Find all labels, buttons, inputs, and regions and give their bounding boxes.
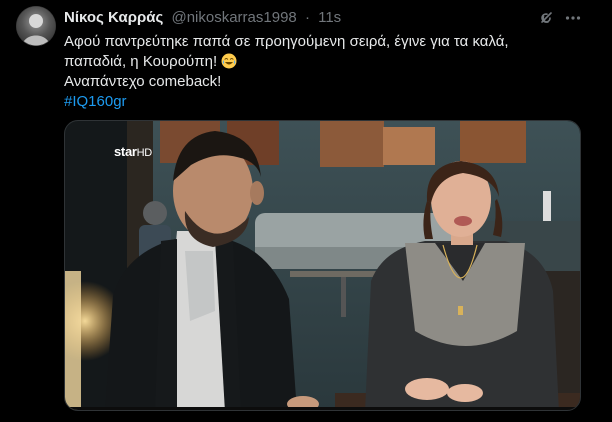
video-still xyxy=(65,121,580,410)
tweet-hashtag-line: #IQ160gr xyxy=(64,92,594,112)
joy-face-emoji xyxy=(221,53,237,69)
tweet-text: Αφού παντρεύτηκε παπά σε προηγούμενη σει… xyxy=(64,32,594,112)
tweet-header: Νίκος Καρράς @nikoskarras1998 · 11s xyxy=(64,8,341,28)
channel-logo: starHD xyxy=(114,144,152,159)
separator-dot: · xyxy=(304,9,310,26)
timestamp[interactable]: 11s xyxy=(318,9,341,26)
tweet-line-3: Αναπάντεχο comeback! xyxy=(64,73,222,90)
channel-logo-text: star xyxy=(114,144,137,159)
tweet-media[interactable]: starHD xyxy=(64,120,581,411)
author-handle[interactable]: @nikoskarras1998 xyxy=(171,9,296,26)
tweet[interactable]: Νίκος Καρράς @nikoskarras1998 · 11s Αφού… xyxy=(0,0,612,422)
grok-icon[interactable] xyxy=(538,9,556,27)
tweet-line-2: παπαδιά, η Κουρούπη! xyxy=(64,52,594,72)
avatar[interactable] xyxy=(16,6,56,46)
hashtag-link[interactable]: #IQ160gr xyxy=(64,93,127,110)
tweet-line-2-text: παπαδιά, η Κουρούπη! xyxy=(64,53,218,70)
author-name[interactable]: Νίκος Καρράς xyxy=(64,9,163,26)
channel-logo-suffix: HD xyxy=(136,147,153,159)
tweet-line-1: Αφού παντρεύτηκε παπά σε προηγούμενη σει… xyxy=(64,33,509,50)
more-icon[interactable] xyxy=(564,9,582,27)
